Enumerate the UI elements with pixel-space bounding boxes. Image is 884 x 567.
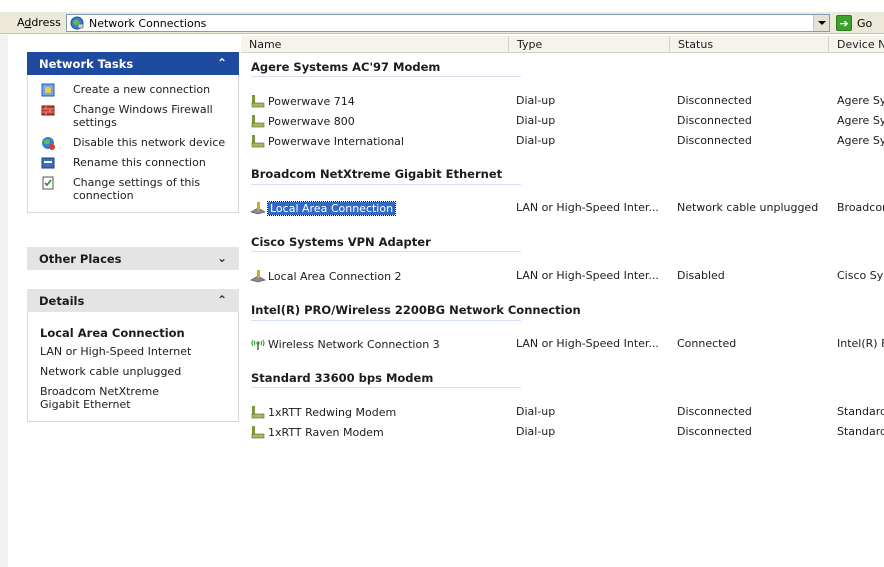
dialup-icon <box>251 135 265 148</box>
dialup-icon <box>251 95 265 108</box>
chevron-down-icon <box>817 21 826 25</box>
network-tasks-header[interactable]: Network Tasks ⌃ <box>27 52 239 75</box>
wireless-icon <box>251 339 265 350</box>
task-firewall-settings[interactable]: Change Windows Firewall settings <box>28 103 238 129</box>
network-tasks-title: Network Tasks <box>39 57 134 71</box>
connection-row[interactable]: Powerwave 714 Dial-up Disconnected Agere… <box>241 93 884 109</box>
group-divider <box>251 387 521 388</box>
group-divider <box>251 320 521 321</box>
group-divider <box>251 76 521 77</box>
task-create-connection[interactable]: Create a new connection <box>28 83 238 97</box>
group-header: Cisco Systems VPN Adapter <box>251 235 431 249</box>
connection-row-selected[interactable]: Local Area Connection LAN or High-Speed … <box>241 200 884 216</box>
group-header: Standard 33600 bps Modem <box>251 371 434 385</box>
connection-row[interactable]: Powerwave 800 Dial-up Disconnected Agere… <box>241 113 884 129</box>
details-body: Local Area Connection LAN or High-Speed … <box>27 312 239 422</box>
go-label: Go <box>857 16 873 30</box>
task-disable-device[interactable]: Disable this network device <box>28 136 238 150</box>
dialup-icon <box>251 115 265 128</box>
new-connection-icon <box>41 83 55 97</box>
address-input[interactable]: Network Connections <box>66 14 830 32</box>
column-header-status[interactable]: Status <box>670 36 829 52</box>
column-header-device[interactable]: Device N <box>829 36 884 52</box>
connection-row[interactable]: 1xRTT Raven Modem Dial-up Disconnected S… <box>241 424 884 440</box>
connection-row[interactable]: 1xRTT Redwing Modem Dial-up Disconnected… <box>241 404 884 420</box>
expand-icon[interactable]: ⌄ <box>217 251 227 265</box>
dialup-icon <box>251 426 265 439</box>
group-header: Intel(R) PRO/Wireless 2200BG Network Con… <box>251 303 581 317</box>
column-header-type[interactable]: Type <box>509 36 670 52</box>
details-type: LAN or High-Speed Internet <box>40 345 192 358</box>
network-tasks-body: Create a new connection Change Windows F… <box>27 75 239 213</box>
task-change-settings[interactable]: Change settings of this connection <box>28 176 238 202</box>
group-divider <box>251 184 521 185</box>
column-header-bar: Name Type Status Device N <box>241 36 884 53</box>
group-header: Broadcom NetXtreme Gigabit Ethernet <box>251 167 503 181</box>
column-header-name[interactable]: Name <box>241 36 509 52</box>
other-places-panel: Other Places ⌄ <box>27 247 239 270</box>
rename-icon <box>41 157 55 169</box>
address-value: Network Connections <box>89 17 207 30</box>
go-button[interactable]: ➔ Go <box>836 14 882 32</box>
address-dropdown-button[interactable] <box>813 15 829 31</box>
connection-row[interactable]: Powerwave International Dial-up Disconne… <box>241 133 884 149</box>
network-connections-icon <box>70 16 84 30</box>
group-divider <box>251 251 521 252</box>
details-device: Broadcom NetXtreme Gigabit Ethernet <box>40 385 159 411</box>
lan-icon <box>250 270 266 283</box>
collapse-icon[interactable]: ⌃ <box>217 56 227 70</box>
details-panel: Details ⌃ Local Area Connection LAN or H… <box>27 289 239 422</box>
task-pane: Network Tasks ⌃ Create a new connection … <box>0 35 241 567</box>
network-tasks-panel: Network Tasks ⌃ Create a new connection … <box>27 52 239 213</box>
other-places-header[interactable]: Other Places ⌄ <box>27 247 239 270</box>
group-header: Agere Systems AC'97 Modem <box>251 60 441 74</box>
address-bar: Address Network Connections ➔ Go <box>0 12 884 34</box>
details-connection-name: Local Area Connection <box>40 326 185 340</box>
disable-device-icon <box>42 137 55 150</box>
collapse-icon[interactable]: ⌃ <box>217 293 227 307</box>
connection-row[interactable]: Wireless Network Connection 3 LAN or Hig… <box>241 336 884 352</box>
lan-icon <box>250 202 266 215</box>
details-title: Details <box>39 294 85 308</box>
details-header[interactable]: Details ⌃ <box>27 289 239 312</box>
firewall-icon <box>41 105 55 116</box>
settings-icon <box>42 176 54 190</box>
go-arrow-icon: ➔ <box>836 15 852 31</box>
task-rename-connection[interactable]: Rename this connection <box>28 156 238 169</box>
address-label: Address <box>17 16 61 29</box>
connection-row[interactable]: Local Area Connection 2 LAN or High-Spee… <box>241 268 884 284</box>
details-status: Network cable unplugged <box>40 365 182 378</box>
other-places-title: Other Places <box>39 252 122 266</box>
dialup-icon <box>251 406 265 419</box>
